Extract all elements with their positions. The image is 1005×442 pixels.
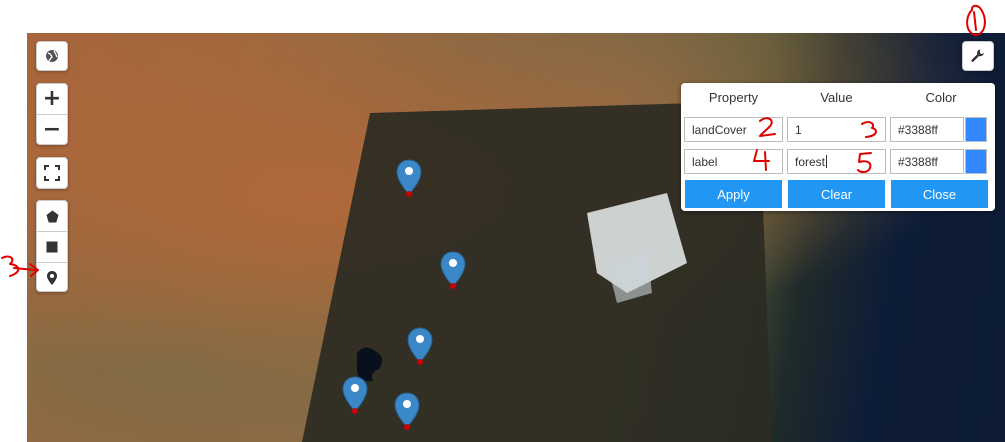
- property-input-row1[interactable]: landCover: [684, 117, 783, 142]
- zoom-in-label: +: [42, 86, 62, 111]
- property-input-row2[interactable]: label: [684, 149, 783, 174]
- annotation-1-circle: [966, 4, 986, 36]
- clear-button[interactable]: Clear: [788, 180, 885, 208]
- square-icon: [46, 241, 58, 253]
- color-swatch-row1[interactable]: [965, 117, 987, 142]
- map-pin-icon: [47, 271, 57, 285]
- zoom-control: + −: [36, 83, 68, 145]
- draw-polygon-button[interactable]: [37, 201, 67, 231]
- property-panel: Property Value Color landCover 1 #3388ff…: [681, 83, 995, 211]
- fullscreen-icon: [44, 165, 60, 181]
- color-header: Color: [925, 90, 957, 105]
- property-header: Property: [708, 90, 759, 105]
- apply-button[interactable]: Apply: [685, 180, 782, 208]
- draw-toolbar: [36, 200, 68, 292]
- color-input-row2[interactable]: #3388ff: [890, 149, 964, 174]
- globe-icon: [46, 50, 58, 62]
- wrench-icon: [971, 49, 984, 62]
- color-input-row1[interactable]: #3388ff: [890, 117, 964, 142]
- settings-button[interactable]: [962, 41, 994, 71]
- zoom-out-label: −: [42, 117, 62, 142]
- close-button[interactable]: Close: [891, 180, 988, 208]
- fullscreen-button[interactable]: [36, 157, 68, 189]
- value-header: Value: [820, 90, 853, 105]
- draw-rectangle-button[interactable]: [37, 231, 67, 262]
- value-input-row2-text: forest: [795, 154, 826, 169]
- draw-marker-button[interactable]: [37, 262, 67, 293]
- zoom-out-button[interactable]: −: [37, 114, 67, 145]
- color-swatch-row2[interactable]: [965, 149, 987, 174]
- annotation-1: [973, 11, 977, 31]
- text-cursor: [826, 155, 828, 168]
- pentagon-icon: [46, 210, 58, 222]
- zoom-in-button[interactable]: +: [37, 84, 67, 114]
- value-input-row1[interactable]: 1: [787, 117, 886, 142]
- value-input-row2[interactable]: forest: [787, 149, 886, 174]
- layers-button[interactable]: [36, 41, 68, 71]
